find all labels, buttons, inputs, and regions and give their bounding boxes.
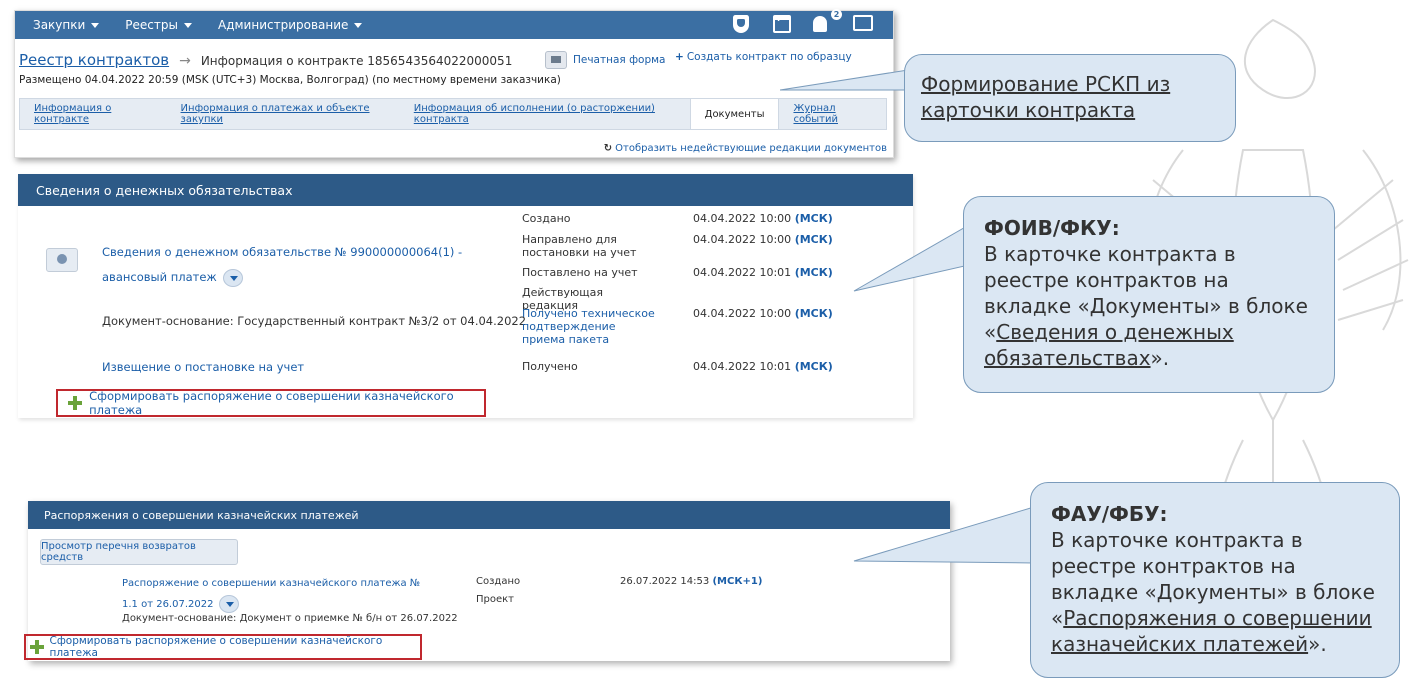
chevron-down-icon — [91, 22, 100, 28]
callout-foiv-tail: ». — [1150, 346, 1170, 370]
show-inactive-link[interactable]: ↻ Отобразить недействующие редакции докум… — [604, 143, 887, 154]
status-received-date: 04.04.2022 10:01 (МСК) — [693, 360, 833, 373]
status-date: 04.04.2022 10:01 — [693, 360, 792, 373]
top-navbar: Закупки Реестры Администрирование 2 — [15, 9, 893, 39]
nav-registries-label: Реестры — [125, 18, 178, 32]
tab-payments-info[interactable]: Информация о платежах и объекте закупки — [167, 99, 400, 129]
show-inactive-label: Отобразить недействующие редакции докуме… — [615, 143, 887, 154]
obligation-basis: Документ-основание: Государственный конт… — [102, 314, 527, 328]
contract-tabs: Информация о контракте Информация о плат… — [19, 98, 887, 130]
monetary-obligations-panel: Сведения о денежных обязательствах Сведе… — [18, 174, 913, 418]
treasury-order-link[interactable]: Распоряжение о совершении казначейского … — [122, 573, 422, 615]
treasury-status-draft: Проект — [476, 594, 515, 605]
book-search-icon[interactable] — [853, 15, 873, 35]
form-treasury-order-button[interactable]: Сформировать распоряжение о совершении к… — [56, 389, 486, 417]
breadcrumb-current: Информация о контракте 18565435640220000… — [200, 54, 513, 68]
status-sent: Направлено для постановки на учет — [522, 233, 637, 259]
status-date: 04.04.2022 10:00 — [693, 212, 792, 225]
callout-fau-tail: ». — [1308, 632, 1327, 656]
breadcrumb: Реестр контрактов → Информация о контрак… — [19, 51, 512, 69]
form-treasury-order-label: Сформировать распоряжение о совершении к… — [89, 389, 454, 417]
treasury-orders-panel: Распоряжения о совершении казначейских п… — [24, 501, 950, 661]
bell-icon[interactable]: 2 — [813, 9, 842, 35]
callout-rskp: Формирование РСКП из карточки контракта — [904, 54, 1236, 142]
treasury-date-value: 26.07.2022 14:53 — [620, 576, 710, 587]
tab-documents[interactable]: Документы — [689, 99, 780, 129]
callout-foiv-link: Сведения о денежных обязательствах — [984, 320, 1234, 370]
monetary-section-title: Сведения о денежных обязательствах — [18, 174, 913, 206]
callout-fau-fbu: ФАУ/ФБУ: В карточке контракта в реестре … — [1030, 482, 1400, 678]
obligation-link[interactable]: Сведения о денежном обязательстве № 9900… — [102, 240, 502, 290]
callout-pointer — [780, 69, 909, 91]
plus-icon: + — [675, 51, 684, 63]
view-returns-button[interactable]: Просмотр перечня возвратов средств — [40, 539, 238, 565]
chevron-down-icon — [183, 22, 192, 28]
notification-badge: 2 — [831, 9, 842, 20]
calendar-check-icon[interactable] — [773, 15, 793, 35]
green-plus-icon — [68, 396, 83, 410]
callout-pointer — [853, 506, 1035, 564]
callout-rskp-text: Формирование РСКП из карточки контракта — [921, 72, 1171, 122]
notice-registration-link[interactable]: Извещение о постановке на учет — [102, 360, 304, 374]
status-sent-date: 04.04.2022 10:00 (МСК) — [693, 233, 833, 246]
chevron-down-icon[interactable] — [219, 595, 240, 613]
nav-purchases[interactable]: Закупки — [33, 18, 100, 32]
status-tech-date: 04.04.2022 10:00 (МСК) — [693, 307, 833, 320]
callout-pointer — [853, 225, 970, 292]
callout-foiv-fku: ФОИВ/ФКУ: В карточке контракта в реестре… — [963, 196, 1335, 393]
callout-foiv-body: В карточке контракта в реестре контракто… — [984, 241, 1314, 371]
treasury-order-text: Распоряжение о совершении казначейского … — [122, 578, 421, 610]
status-created-date: 04.04.2022 10:00 (МСК) — [693, 212, 833, 225]
timezone-link[interactable]: (МСК) — [795, 307, 833, 320]
status-tech-confirmation[interactable]: Получено техническое подтверждение прием… — [522, 307, 662, 346]
status-date: 04.04.2022 10:00 — [693, 307, 792, 320]
treasury-status-created: Создано — [476, 576, 521, 587]
status-date: 04.04.2022 10:01 — [693, 266, 792, 279]
callout-fau-head: ФАУ/ФБУ: — [1051, 502, 1168, 526]
certificate-icon — [46, 248, 78, 272]
treasury-date: 26.07.2022 14:53 (МСК+1) — [620, 576, 762, 587]
contract-card-panel: Закупки Реестры Администрирование 2 Реес… — [14, 9, 894, 158]
form-treasury-order-label-2: Сформировать распоряжение о совершении к… — [49, 635, 383, 659]
treasury-section-title: Распоряжения о совершении казначейских п… — [28, 501, 950, 529]
green-plus-icon — [30, 640, 45, 654]
nav-purchases-label: Закупки — [33, 18, 86, 32]
print-form-label: Печатная форма — [573, 54, 666, 66]
timezone-link[interactable]: (МСК) — [795, 212, 833, 225]
arrow-right-icon: → — [179, 53, 191, 69]
form-treasury-order-button-2[interactable]: Сформировать распоряжение о совершении к… — [24, 634, 422, 660]
status-registered: Поставлено на учет — [522, 266, 638, 279]
chevron-down-icon[interactable] — [222, 268, 243, 287]
nav-registries[interactable]: Реестры — [125, 18, 192, 32]
nav-administration[interactable]: Администрирование — [217, 18, 363, 32]
callout-foiv-head: ФОИВ/ФКУ: — [984, 216, 1120, 240]
refresh-icon: ↻ — [603, 143, 613, 154]
timezone-link[interactable]: (МСК+1) — [712, 576, 762, 587]
timezone-link[interactable]: (МСК) — [795, 266, 833, 279]
chevron-down-icon — [354, 22, 363, 28]
status-received: Получено — [522, 360, 578, 373]
treasury-basis: Документ-основание: Документ о приемке №… — [122, 613, 458, 624]
print-form-button[interactable]: Печатная форма — [545, 51, 666, 69]
printer-icon — [545, 51, 567, 69]
obligation-link-text: Сведения о денежном обязательстве № 9900… — [102, 245, 463, 284]
callout-fau-body: В карточке контракта в реестре контракто… — [1051, 527, 1379, 657]
posted-info: Размещено 04.04.2022 20:59 (MSK (UTC+3) … — [19, 74, 561, 86]
registry-contracts-link[interactable]: Реестр контрактов — [19, 51, 169, 69]
timezone-link[interactable]: (МСК) — [795, 233, 833, 246]
status-created: Создано — [522, 212, 571, 225]
tab-execution-info[interactable]: Информация об исполнении (о расторжении)… — [400, 99, 690, 129]
nav-administration-label: Администрирование — [217, 18, 349, 32]
shield-icon[interactable] — [733, 15, 753, 35]
timezone-link[interactable]: (МСК) — [795, 360, 833, 373]
status-registered-date: 04.04.2022 10:01 (МСК) — [693, 266, 833, 279]
status-date: 04.04.2022 10:00 — [693, 233, 792, 246]
tab-contract-info[interactable]: Информация о контракте — [20, 99, 167, 129]
